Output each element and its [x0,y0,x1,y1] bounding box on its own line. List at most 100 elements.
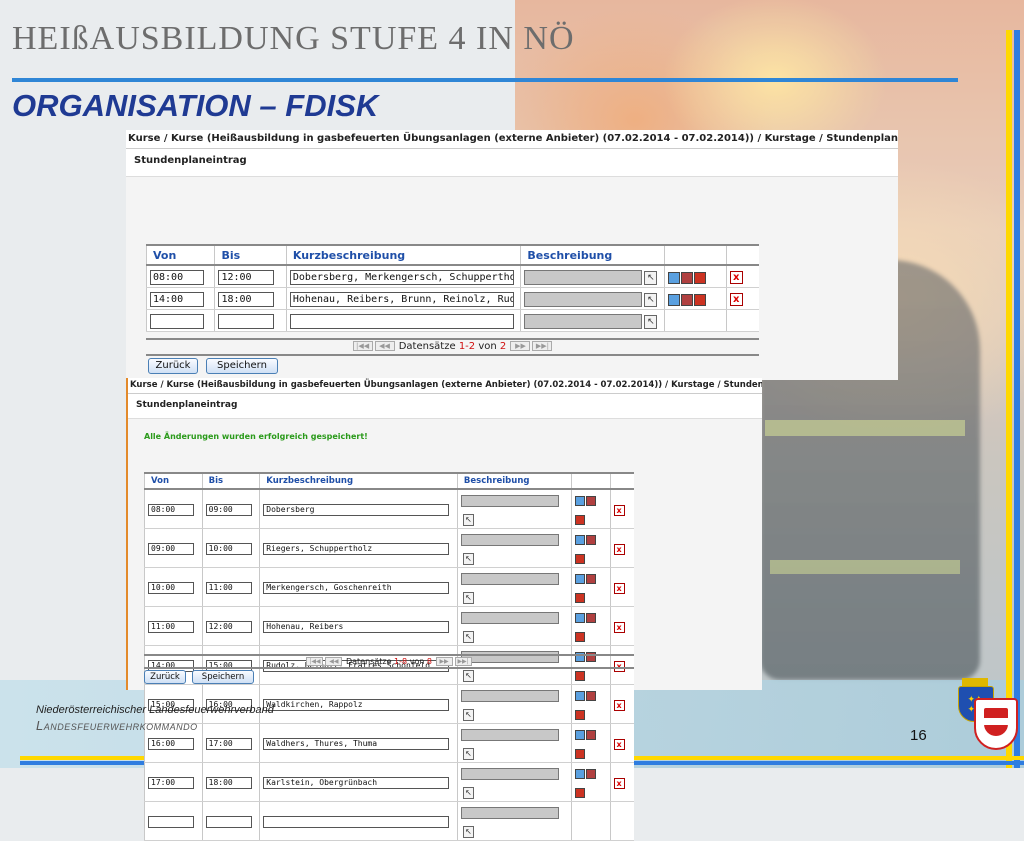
cursor-arrow-icon[interactable]: ↖ [462,747,474,760]
kurzbeschreibung-field[interactable]: Waldhers, Thures, Thuma [263,738,450,750]
back-button[interactable]: Zurück [144,670,186,684]
kurzbeschreibung-field[interactable]: Dobersberg, Merkengersch, Schuppertholz, [289,270,514,285]
beschreibung-field[interactable] [460,689,559,702]
person-icon[interactable] [668,271,681,284]
kurzbeschreibung-field[interactable] [263,816,450,828]
beschreibung-field[interactable] [460,533,559,546]
cursor-arrow-icon[interactable]: ↖ [462,630,474,643]
beschreibung-field[interactable] [524,314,643,329]
image-icon[interactable] [586,768,597,779]
von-field[interactable]: 08:00 [148,504,194,516]
cursor-arrow-icon[interactable]: ↖ [462,513,474,526]
beschreibung-field[interactable] [524,270,643,285]
kurzbeschreibung-field[interactable]: Merkengersch, Goschenreith [263,582,450,594]
person-icon[interactable] [575,573,586,584]
next-page-button[interactable]: ▶▶ [510,341,531,351]
kurzbeschreibung-field[interactable] [289,314,514,329]
bis-field[interactable]: 18:00 [205,777,252,789]
fire-truck-icon[interactable] [694,293,707,306]
bis-field[interactable]: 09:00 [205,504,252,516]
beschreibung-field[interactable] [524,292,643,307]
prev-page-button[interactable]: ◀◀ [325,657,343,666]
bis-field[interactable]: 17:00 [205,738,252,750]
bis-field[interactable]: 18:00 [218,292,275,307]
fire-truck-icon[interactable] [575,748,586,759]
image-icon[interactable] [586,729,597,740]
von-field[interactable]: 17:00 [148,777,194,789]
first-page-button[interactable]: |◀◀ [352,341,373,351]
cursor-arrow-icon[interactable]: ↖ [462,591,474,604]
fire-truck-icon[interactable] [575,592,586,603]
kurzbeschreibung-field[interactable]: Dobersberg [263,504,450,516]
last-page-button[interactable]: ▶▶| [454,657,472,666]
cursor-arrow-icon[interactable]: ↖ [462,552,474,565]
person-icon[interactable] [575,534,586,545]
delete-x-icon[interactable]: x [729,271,743,284]
person-icon[interactable] [668,293,681,306]
image-icon[interactable] [586,534,597,545]
delete-x-icon[interactable]: x [613,738,625,750]
bis-field[interactable] [205,816,252,828]
cursor-arrow-icon[interactable]: ↖ [644,270,658,285]
fire-truck-icon[interactable] [575,553,586,564]
save-button[interactable]: Speichern [192,670,254,684]
delete-x-icon[interactable]: x [613,699,625,711]
image-icon[interactable] [586,573,597,584]
kurzbeschreibung-field[interactable]: Riegers, Schuppertholz [263,543,450,555]
prev-page-button[interactable]: ◀◀ [374,341,395,351]
fire-truck-icon[interactable] [575,631,586,642]
save-button[interactable]: Speichern [206,358,278,374]
kurzbeschreibung-field[interactable]: Hohenau, Reibers [263,621,450,633]
von-field[interactable]: 08:00 [150,270,204,285]
delete-x-icon[interactable]: x [613,504,625,516]
beschreibung-field[interactable] [460,572,559,585]
image-icon[interactable] [681,293,694,306]
cursor-arrow-icon[interactable]: ↖ [462,669,474,682]
beschreibung-field[interactable] [460,767,559,780]
fire-truck-icon[interactable] [575,709,586,720]
delete-x-icon[interactable]: x [613,621,625,633]
cursor-arrow-icon[interactable]: ↖ [644,292,658,307]
last-page-button[interactable]: ▶▶| [532,341,553,351]
image-icon[interactable] [681,271,694,284]
beschreibung-field[interactable] [460,728,559,741]
person-icon[interactable] [575,612,586,623]
cursor-arrow-icon[interactable]: ↖ [462,825,474,838]
von-field[interactable] [148,816,194,828]
person-icon[interactable] [575,729,586,740]
beschreibung-field[interactable] [460,494,559,507]
fire-truck-icon[interactable] [575,514,586,525]
cursor-arrow-icon[interactable]: ↖ [462,708,474,721]
bis-field[interactable]: 12:00 [218,270,275,285]
person-icon[interactable] [575,690,586,701]
person-icon[interactable] [575,495,586,506]
delete-x-icon[interactable]: x [613,543,625,555]
bis-field[interactable]: 12:00 [205,621,252,633]
image-icon[interactable] [586,690,597,701]
fire-truck-icon[interactable] [575,787,586,798]
von-field[interactable]: 11:00 [148,621,194,633]
cursor-arrow-icon[interactable]: ↖ [644,314,658,329]
kurzbeschreibung-field[interactable]: Karlstein, Obergrünbach [263,777,450,789]
von-field[interactable] [150,314,204,329]
kurzbeschreibung-field[interactable]: Waldkirchen, Rappolz [263,699,450,711]
bis-field[interactable] [218,314,275,329]
fire-truck-icon[interactable] [694,271,707,284]
delete-x-icon[interactable]: x [613,777,625,789]
image-icon[interactable] [586,612,597,623]
bis-field[interactable]: 11:00 [205,582,252,594]
von-field[interactable]: 10:00 [148,582,194,594]
next-page-button[interactable]: ▶▶ [435,657,453,666]
von-field[interactable]: 09:00 [148,543,194,555]
delete-x-icon[interactable]: x [613,582,625,594]
delete-x-icon[interactable]: x [729,293,743,306]
cursor-arrow-icon[interactable]: ↖ [462,786,474,799]
beschreibung-field[interactable] [460,611,559,624]
von-field[interactable]: 16:00 [148,738,194,750]
bis-field[interactable]: 10:00 [205,543,252,555]
kurzbeschreibung-field[interactable]: Hohenau, Reibers, Brunn, Reinolz, Ruders [289,292,514,307]
beschreibung-field[interactable] [460,806,559,819]
person-icon[interactable] [575,768,586,779]
fire-truck-icon[interactable] [575,670,586,681]
first-page-button[interactable]: |◀◀ [306,657,324,666]
